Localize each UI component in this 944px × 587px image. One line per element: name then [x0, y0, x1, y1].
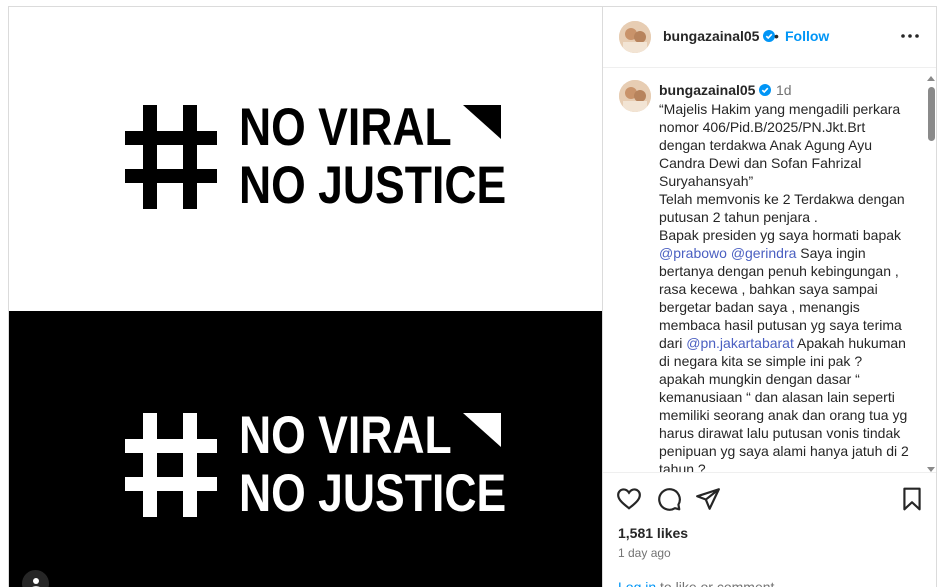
post-frame: NO VIRAL NO JUSTICE NO VIRAL NO JUSTICE … — [8, 6, 937, 587]
logo-line-2: NO JUSTICE — [239, 156, 507, 215]
caption-username-text[interactable]: bungazainal05 — [659, 82, 755, 98]
caption-paragraph: “Majelis Hakim yang mengadili perkara no… — [659, 101, 901, 189]
image-bottom-panel: NO VIRAL NO JUSTICE — [9, 311, 602, 587]
post-date[interactable]: 1 day ago — [618, 546, 671, 560]
login-prompt-text: to like or comment. — [656, 579, 779, 587]
comment-icon[interactable] — [656, 486, 682, 512]
caption-paragraph: Telah memvonis ke 2 Terdakwa dengan putu… — [659, 191, 905, 225]
author-avatar[interactable] — [619, 21, 651, 53]
heart-icon[interactable] — [616, 486, 642, 512]
caption-text-span: Bapak presiden yg saya hormati bapak — [659, 227, 902, 243]
scrollbar-thumb[interactable] — [928, 87, 935, 141]
user-icon — [31, 578, 40, 587]
comments-scrollbar[interactable] — [925, 75, 937, 472]
caption-timestamp[interactable]: 1d — [776, 82, 792, 98]
mention-link-gerindra[interactable]: @gerindra — [731, 245, 797, 261]
no-viral-logo-dark: NO VIRAL NO JUSTICE — [125, 99, 557, 215]
bookmark-icon[interactable] — [899, 486, 925, 512]
logo-line-2: NO JUSTICE — [239, 464, 507, 523]
login-link[interactable]: Log in — [618, 579, 656, 587]
scroll-down-arrow-icon[interactable] — [925, 465, 937, 472]
verified-badge-icon — [759, 84, 772, 96]
corner-triangle-icon — [463, 413, 501, 447]
mention-link-prabowo[interactable]: @prabowo — [659, 245, 727, 261]
caption-username[interactable]: bungazainal05 — [659, 82, 772, 98]
caption-paragraph: Bapak presiden yg saya hormati bapak @pr… — [659, 226, 911, 472]
post-sidebar: bungazainal05 • Follow bungazainal05 1d — [602, 7, 937, 587]
likes-count[interactable]: 1,581 likes — [618, 525, 688, 541]
caption-text: “Majelis Hakim yang mengadili perkara no… — [659, 100, 911, 472]
share-icon[interactable] — [695, 486, 721, 512]
mention-link-pn-jakartabarat[interactable]: @pn.jakartabarat — [686, 335, 794, 351]
more-horizontal-icon[interactable] — [900, 27, 920, 45]
login-prompt: Log in to like or comment. — [618, 579, 778, 587]
corner-triangle-icon — [463, 105, 501, 139]
scroll-up-arrow-icon[interactable] — [925, 75, 937, 83]
separator-dot: • — [774, 28, 779, 44]
caption-author-avatar[interactable] — [619, 80, 651, 112]
hashtag-icon — [125, 413, 217, 517]
avatar-image — [619, 80, 651, 112]
comments-section[interactable]: bungazainal05 1d “Majelis Hakim yang men… — [603, 68, 937, 472]
hashtag-icon — [125, 105, 217, 209]
author-username[interactable]: bungazainal05 — [663, 28, 776, 44]
avatar-image — [619, 21, 651, 53]
author-username-text[interactable]: bungazainal05 — [663, 28, 759, 44]
caption-text-span: Apakah hukuman di negara kita se simple … — [659, 335, 909, 472]
post-image[interactable]: NO VIRAL NO JUSTICE NO VIRAL NO JUSTICE — [9, 7, 602, 587]
post-header: bungazainal05 • Follow — [603, 7, 936, 68]
no-viral-logo-light: NO VIRAL NO JUSTICE — [125, 407, 557, 523]
image-top-panel: NO VIRAL NO JUSTICE — [9, 7, 602, 311]
post-actions: 1,581 likes 1 day ago Log in to like or … — [603, 472, 936, 587]
follow-button[interactable]: Follow — [785, 28, 829, 44]
